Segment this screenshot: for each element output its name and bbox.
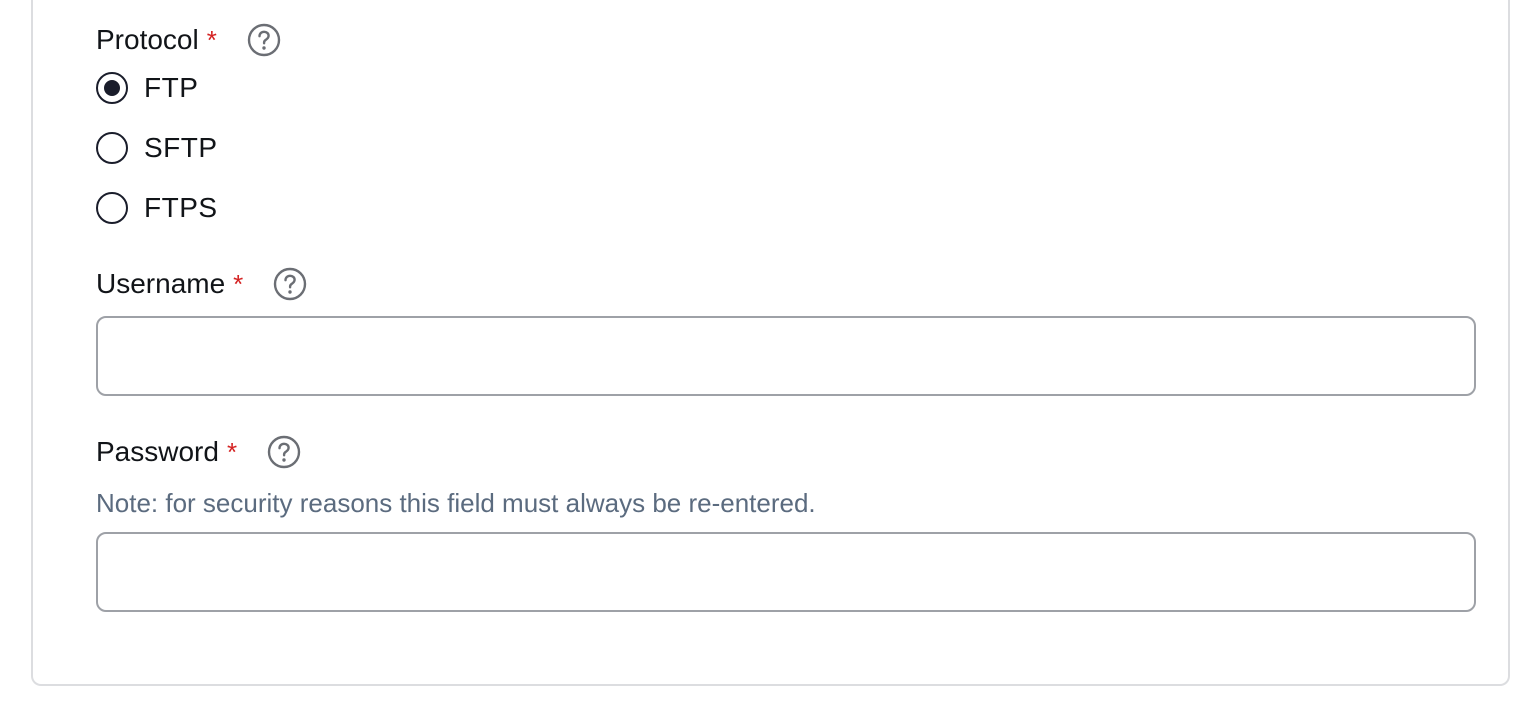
username-input[interactable] <box>96 316 1476 396</box>
radio-option-sftp[interactable]: SFTP <box>96 131 218 165</box>
radio-label-sftp: SFTP <box>144 132 218 163</box>
password-label-row: Password * <box>96 435 301 469</box>
radio-selected-dot <box>104 80 120 96</box>
radio-button-sftp[interactable] <box>96 132 128 164</box>
radio-button-ftps[interactable] <box>96 192 128 224</box>
required-asterisk: * <box>206 25 217 55</box>
radio-label-ftps: FTPS <box>144 192 218 223</box>
password-label: Password <box>96 436 219 467</box>
help-icon[interactable] <box>247 23 281 57</box>
radio-label-ftp: FTP <box>144 72 199 103</box>
radio-option-ftp[interactable]: FTP <box>96 71 198 105</box>
radio-button-ftp[interactable] <box>96 72 128 104</box>
required-asterisk: * <box>233 269 244 299</box>
username-label: Username <box>96 268 226 299</box>
protocol-label: Protocol <box>96 24 199 55</box>
help-icon[interactable] <box>267 435 301 469</box>
password-input[interactable] <box>96 532 1476 612</box>
help-icon[interactable] <box>273 267 307 301</box>
radio-option-ftps[interactable]: FTPS <box>96 191 218 225</box>
username-label-row: Username * <box>96 267 307 301</box>
protocol-label-row: Protocol * <box>96 23 281 57</box>
required-asterisk: * <box>226 437 238 467</box>
password-note: Note: for security reasons this field mu… <box>96 488 816 518</box>
